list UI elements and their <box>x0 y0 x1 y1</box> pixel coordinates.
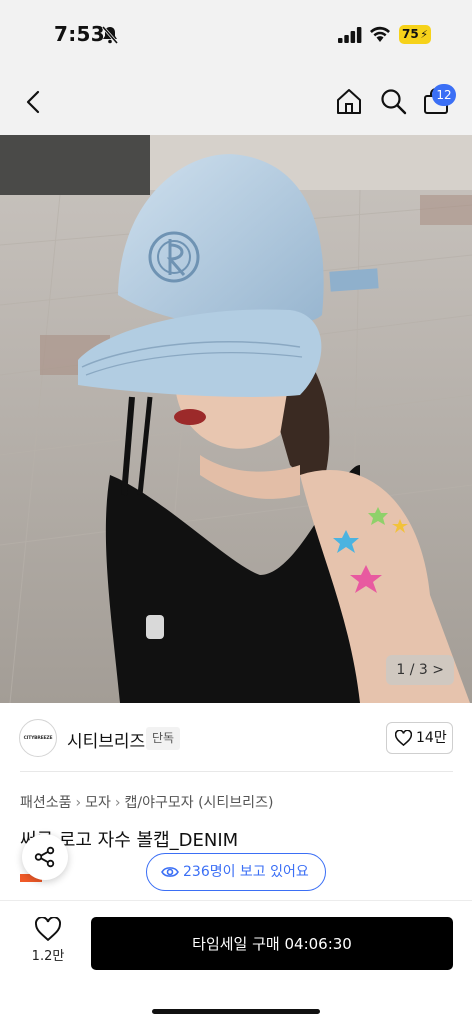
chevron-right-icon: › <box>114 795 121 811</box>
brand-like-button[interactable]: 14만 <box>386 722 453 754</box>
chevron-right-icon: › <box>75 795 82 811</box>
eye-icon <box>161 867 179 877</box>
viewers-chip: 236명이 보고 있어요 <box>146 853 326 891</box>
cart-count-badge: 12 <box>432 84 456 106</box>
heart-icon <box>35 917 61 941</box>
status-bar: 7:53 75 ⚡ <box>0 0 472 68</box>
breadcrumb-item[interactable]: 모자 <box>85 795 111 811</box>
breadcrumb-item[interactable]: 캡/야구모자 (시티브리즈) <box>125 795 274 811</box>
wishlist-count: 1.2만 <box>31 949 65 964</box>
bottom-action-bar: 1.2만 타임세일 구매 04:06:30 <box>0 900 472 1024</box>
share-button[interactable] <box>22 834 68 880</box>
battery-level: 75 <box>402 27 419 41</box>
buy-button[interactable]: 타임세일 구매 04:06:30 <box>91 917 453 970</box>
home-indicator <box>152 1009 320 1014</box>
gallery-page-indicator[interactable]: 1 / 3 > <box>386 655 454 685</box>
brand-logo-text: CITYBREEZE <box>23 736 53 741</box>
exclusive-badge: 단독 <box>146 727 181 750</box>
wifi-icon <box>370 26 390 42</box>
heart-icon <box>395 730 412 746</box>
product-image-gallery[interactable]: 1 / 3 > <box>0 135 472 703</box>
brand-name[interactable]: 시티브리즈 <box>67 727 145 752</box>
top-nav: 12 <box>0 68 472 135</box>
share-icon <box>34 846 55 868</box>
seller-row: CITYBREEZE 시티브리즈 단독 14만 <box>0 703 472 773</box>
search-icon[interactable] <box>379 87 407 115</box>
divider <box>20 771 453 772</box>
breadcrumb-item[interactable]: 패션소품 <box>20 795 72 811</box>
chevron-left-icon[interactable] <box>20 88 48 116</box>
wishlist-button[interactable]: 1.2만 <box>28 917 68 969</box>
charging-icon: ⚡ <box>420 28 428 41</box>
bell-muted-icon <box>101 26 119 44</box>
gallery-page-text: 1 / 3 <box>396 662 428 678</box>
breadcrumb: 패션소품 › 모자 › 캡/야구모자 (시티브리즈) <box>20 792 273 812</box>
home-icon[interactable] <box>335 87 363 115</box>
brand-like-count: 14만 <box>416 730 447 746</box>
signal-icon <box>338 27 362 43</box>
viewers-label: 236명이 보고 있어요 <box>183 864 309 880</box>
product-photo <box>0 135 472 703</box>
status-time: 7:53 <box>54 22 105 46</box>
brand-logo[interactable]: CITYBREEZE <box>19 719 57 757</box>
battery-indicator: 75 ⚡ <box>399 25 431 44</box>
